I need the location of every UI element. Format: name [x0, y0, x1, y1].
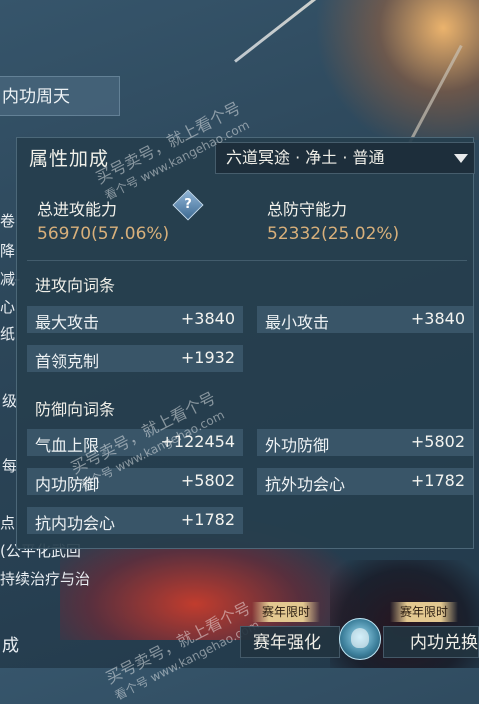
- side-text-fragment: 纸: [0, 325, 16, 343]
- attr-row-min-attack: 最小攻击 +3840: [257, 306, 473, 333]
- chevron-down-icon: [454, 154, 468, 163]
- attr-row-max-attack: 最大攻击 +3840: [27, 306, 243, 333]
- side-text-fragment: 卷: [0, 212, 16, 230]
- attr-row-external-defense: 外功防御 +5802: [257, 429, 473, 456]
- side-text-fragment: 降: [0, 242, 16, 260]
- tab-neigong-zhoutian[interactable]: 内功周天: [0, 76, 120, 116]
- attr-row-anti-external-crit: 抗外功会心 +1782: [257, 468, 473, 495]
- attr-label: 抗外功会心: [265, 475, 346, 494]
- help-icon[interactable]: ?: [172, 189, 204, 221]
- attr-value: +1932: [180, 348, 235, 367]
- attr-value: +3840: [180, 309, 235, 328]
- defense-power-label: 总防守能力: [267, 200, 348, 219]
- attr-value: +1782: [180, 510, 235, 529]
- mode-select-dropdown[interactable]: 六道冥途 · 净土 · 普通: [215, 142, 475, 174]
- attr-value: +3840: [410, 309, 465, 328]
- attr-row-anti-internal-crit: 抗内功会心 +1782: [27, 507, 243, 534]
- attack-power-label: 总进攻能力: [37, 200, 118, 219]
- season-enhance-button[interactable]: 赛年强化: [240, 626, 340, 658]
- limited-time-badge: 赛年限时: [390, 602, 459, 622]
- attr-label: 抗内功会心: [35, 514, 116, 533]
- side-text-fragment: 每: [2, 457, 18, 475]
- attr-value: +5802: [410, 432, 465, 451]
- attack-power-value: 56970(57.06%): [37, 224, 170, 244]
- divider: [27, 260, 467, 261]
- side-text-fragment: 级: [2, 392, 18, 410]
- attr-label: 外功防御: [265, 436, 330, 455]
- defense-power-value: 52332(25.02%): [267, 224, 400, 244]
- limited-time-badge: 赛年限时: [252, 602, 321, 622]
- attr-row-boss-counter: 首领克制 +1932: [27, 345, 243, 372]
- side-text-fragment: 点: [0, 514, 16, 532]
- attr-label: 最小攻击: [265, 313, 330, 332]
- attack-section-title: 进攻向词条: [35, 276, 116, 295]
- defense-section-title: 防御向词条: [35, 400, 116, 419]
- spirit-emblem-icon[interactable]: [339, 618, 381, 660]
- neigong-exchange-button[interactable]: 内功兑换: [383, 626, 479, 658]
- dropdown-value: 六道冥途 · 净土 · 普通: [226, 148, 385, 167]
- attr-value: +1782: [410, 471, 465, 490]
- side-text-fragment: 心: [0, 298, 16, 316]
- background-glow: [300, 0, 479, 140]
- attr-label: 最大攻击: [35, 313, 100, 332]
- attr-row-internal-defense: 内功防御 +5802: [27, 468, 243, 495]
- help-icon-glyph: ?: [184, 197, 192, 212]
- attr-value: +5802: [180, 471, 235, 490]
- attr-label: 首领克制: [35, 352, 100, 371]
- side-text-fragment: 持续治疗与治: [0, 570, 91, 588]
- bottom-left-label[interactable]: 成: [2, 631, 19, 656]
